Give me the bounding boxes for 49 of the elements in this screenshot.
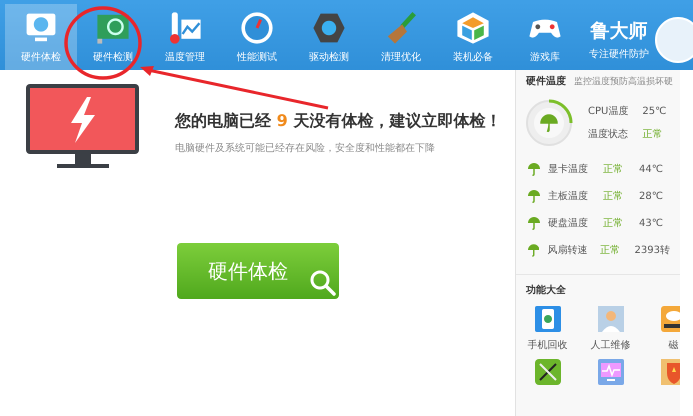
avatar-icon (655, 17, 693, 63)
shield-icon[interactable] (660, 358, 681, 384)
phone-recycle-icon[interactable] (534, 306, 560, 332)
nav-tab[interactable]: 温度管理 (149, 4, 221, 70)
nav-tab[interactable]: 游戏库 (509, 4, 581, 70)
nav-tab[interactable]: 驱动检测 (293, 4, 365, 70)
sensor-status: 正常 (600, 244, 622, 258)
brand-name: 鲁大师 (590, 22, 648, 41)
tab-icon (167, 10, 203, 46)
monitor-icon[interactable] (598, 358, 624, 384)
sensor-name: 硬盘温度 (548, 216, 589, 230)
cpu-temp-value: 25℃ (642, 104, 666, 118)
nav-tab[interactable]: 装机必备 (437, 4, 509, 70)
umbrella-icon (528, 190, 540, 202)
headline: 您的电脑已经 9 天没有体检，建议立即体检！ (175, 110, 502, 132)
feature-label[interactable]: 人工维修 (590, 338, 630, 352)
warning-text: 电脑硬件及系统可能已经存在风险，安全度和性能都在下降 (175, 142, 435, 156)
tools-icon[interactable] (534, 358, 560, 384)
tab-icon (239, 10, 275, 46)
sensor-name: 显卡温度 (548, 162, 589, 176)
temperature-gauge (524, 98, 574, 148)
umbrella-icon (528, 216, 540, 230)
magnifier-icon (308, 268, 338, 298)
sensor-name: 风扇转速 (547, 244, 588, 258)
section-title: 硬件温度 (526, 74, 566, 89)
sensor-status: 正常 (603, 190, 624, 204)
sensor-status: 正常 (603, 162, 624, 176)
cpu-temp-label: CPU温度 (588, 104, 628, 118)
umbrella-icon (528, 162, 540, 176)
temp-status-value: 正常 (642, 128, 664, 142)
section-title: 功能大全 (526, 284, 567, 298)
temp-status-label: 温度状态 (588, 128, 628, 142)
sensor-value: 43℃ (639, 216, 663, 230)
sensor-value: 28℃ (639, 190, 663, 204)
nav-tab[interactable]: 清理优化 (365, 4, 437, 70)
umbrella-icon (528, 244, 540, 256)
feature-label[interactable]: 手机回收 (528, 338, 568, 352)
tab-icon (455, 10, 491, 46)
nav-tab[interactable]: 硬件体检 (5, 4, 77, 70)
nav-tab[interactable]: 性能测试 (221, 4, 293, 70)
hardware-check-button[interactable]: 硬件体检 (177, 243, 339, 299)
feature-label[interactable]: 磁 (668, 338, 678, 352)
section-description: 监控温度预防高温损坏硬 (574, 76, 673, 89)
sensor-name: 主板温度 (548, 190, 589, 204)
nav-tab[interactable]: 硬件检测 (77, 4, 149, 70)
sensor-value: 2393转 (634, 244, 670, 258)
brand-slogan: 专注硬件防护 (589, 48, 649, 62)
sensor-status: 正常 (603, 216, 624, 230)
sensor-value: 44℃ (639, 162, 663, 176)
